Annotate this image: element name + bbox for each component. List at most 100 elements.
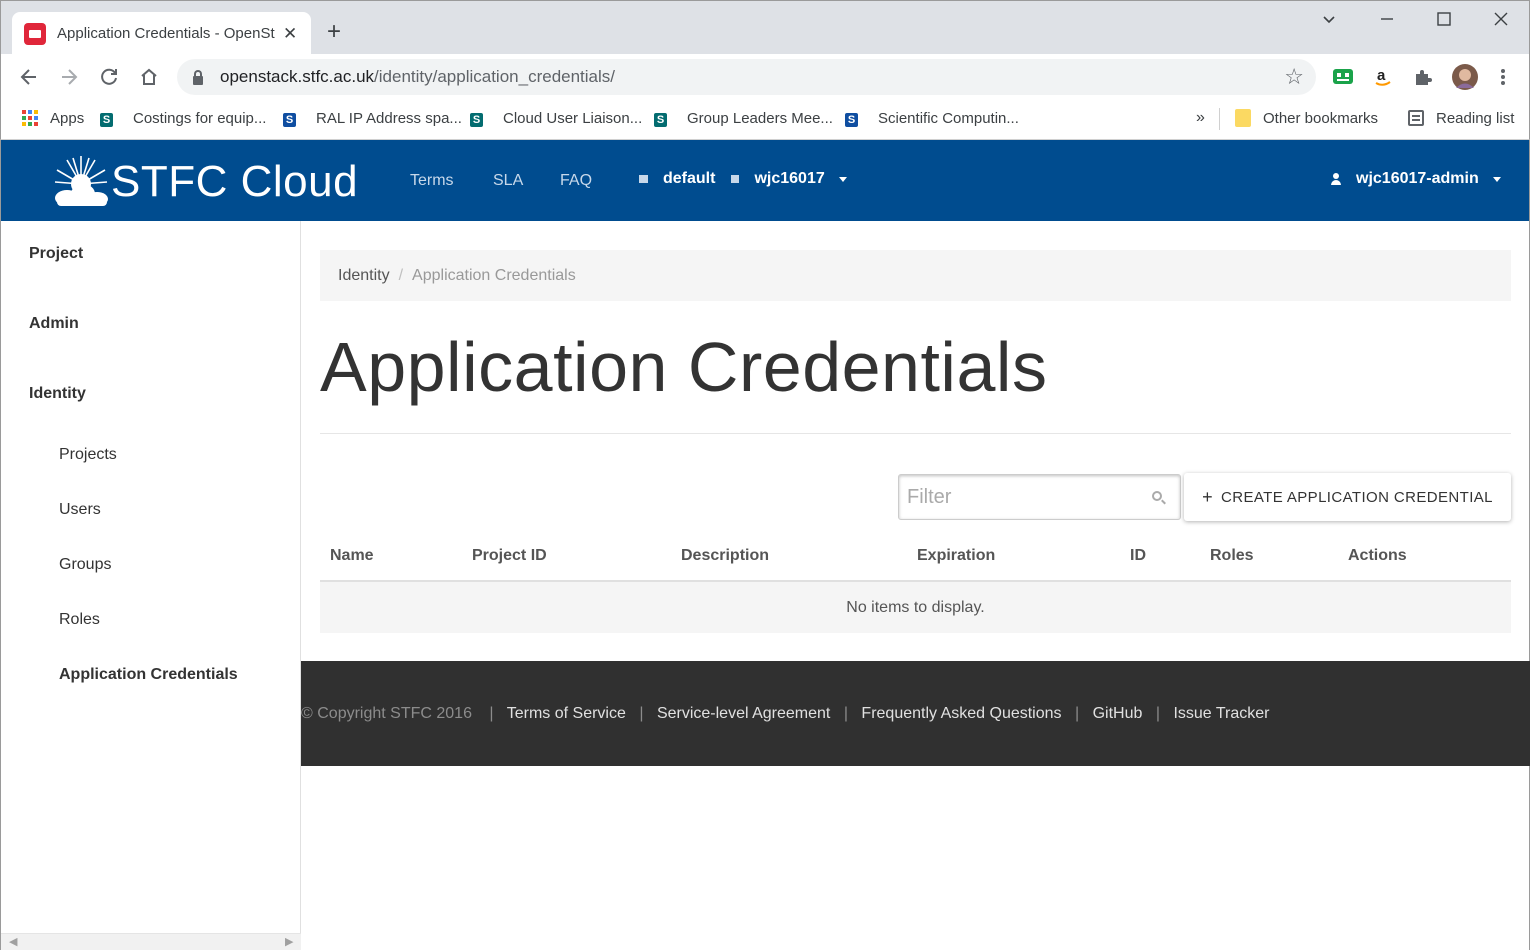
browser-menu-icon[interactable] (1491, 65, 1515, 89)
lock-icon[interactable] (193, 69, 203, 85)
new-tab-button[interactable]: + (327, 19, 341, 45)
breadcrumb-separator: / (398, 266, 404, 284)
filter-field[interactable] (898, 474, 1181, 520)
footer-separator: | (843, 705, 848, 722)
back-icon[interactable] (14, 62, 44, 92)
column-roles[interactable]: Roles (1210, 547, 1254, 565)
sidebar-section-admin[interactable]: Admin (29, 315, 79, 333)
close-window-icon[interactable] (1493, 11, 1509, 32)
bookmark-label: Cloud User Liaison... (503, 109, 643, 127)
bookmark-label: Reading list (1436, 109, 1515, 127)
footer-separator: | (1155, 705, 1160, 722)
chevron-down-icon (1492, 176, 1501, 182)
bookmark-scientific-computing[interactable]: Scientific Computin... (848, 107, 1019, 129)
column-actions: Actions (1348, 547, 1407, 564)
footer-separator: | (489, 705, 494, 722)
address-bar[interactable]: openstack.stfc.ac.uk/identity/applicatio… (177, 59, 1316, 95)
create-application-credential-button[interactable]: + CREATE APPLICATION CREDENTIAL (1184, 473, 1511, 521)
home-icon[interactable] (134, 62, 164, 92)
column-description[interactable]: Description (681, 547, 769, 565)
bookmark-group-leaders[interactable]: Group Leaders Mee... (657, 107, 833, 129)
footer-link-faq[interactable]: Frequently Asked Questions (861, 705, 1061, 722)
tab-title: Application Credentials - OpenSt (57, 25, 275, 42)
domain-icon (639, 175, 648, 183)
sun-cloud-logo-icon (54, 156, 108, 206)
sharepoint-icon (473, 108, 493, 128)
extensions-puzzle-icon[interactable] (1411, 65, 1435, 89)
other-bookmarks-folder[interactable]: Other bookmarks (1233, 107, 1378, 129)
forward-icon[interactable] (54, 62, 84, 92)
breadcrumb: Identity / Application Credentials (320, 250, 1511, 301)
column-expiration[interactable]: Expiration (917, 547, 995, 565)
table-header: Name Project ID Description Expiration I… (320, 537, 1511, 582)
bookmark-label: Scientific Computin... (878, 109, 1019, 127)
page-title: Application Credentials (320, 328, 1048, 406)
domain-name: default (663, 170, 716, 187)
user-menu-dropdown[interactable]: wjc16017-admin (1330, 170, 1501, 188)
footer-link-issue-tracker[interactable]: Issue Tracker (1173, 705, 1269, 722)
screen-extension-icon[interactable] (1331, 65, 1355, 89)
bookmarks-overflow-button[interactable]: » (1196, 107, 1205, 129)
svg-text:a: a (1377, 67, 1386, 84)
breadcrumb-current: Application Credentials (412, 266, 576, 284)
column-name[interactable]: Name (330, 547, 374, 565)
maximize-window-icon[interactable] (1436, 11, 1452, 32)
sidebar-item-application-credentials[interactable]: Application Credentials (59, 666, 238, 684)
profile-avatar[interactable] (1451, 63, 1479, 91)
nav-terms[interactable]: Terms (410, 172, 454, 190)
bookmark-ral-ip[interactable]: RAL IP Address spa... (286, 107, 462, 129)
project-name: wjc16017 (754, 170, 825, 187)
footer-link-terms-of-service[interactable]: Terms of Service (507, 705, 626, 722)
sidebar-section-project[interactable]: Project (29, 245, 83, 263)
bookmark-cloud-user-liaison[interactable]: Cloud User Liaison... (473, 107, 642, 129)
url-path: /identity/application_credentials/ (374, 67, 616, 86)
sidebar-item-roles[interactable]: Roles (59, 611, 100, 629)
chevron-down-icon (838, 176, 847, 182)
scroll-right-icon[interactable]: ▶ (285, 935, 293, 948)
footer-link-github[interactable]: GitHub (1093, 705, 1143, 722)
project-icon (731, 175, 740, 183)
bookmark-label: Costings for equip... (133, 109, 267, 127)
footer-link-sla[interactable]: Service-level Agreement (657, 705, 830, 722)
create-button-label: CREATE APPLICATION CREDENTIAL (1220, 488, 1493, 506)
sidebar-item-users[interactable]: Users (59, 501, 101, 519)
reload-icon[interactable] (94, 62, 124, 92)
stfc-cloud-logo[interactable]: STFC Cloud (53, 154, 363, 210)
app-header: STFC Cloud Terms SLA FAQ default wjc1601… (0, 140, 1530, 221)
project-context-dropdown[interactable]: default wjc16017 (639, 170, 847, 188)
close-tab-icon[interactable]: ✕ (283, 24, 297, 44)
bookmark-costings[interactable]: Costings for equip... (103, 107, 266, 129)
title-divider (320, 433, 1511, 434)
sidebar-horizontal-scrollbar[interactable]: ◀ ▶ (1, 933, 301, 950)
sidebar-section-identity[interactable]: Identity (29, 385, 86, 403)
footer-separator: | (639, 705, 644, 722)
user-name: wjc16017-admin (1356, 170, 1479, 187)
bookmarks-divider (1219, 108, 1220, 130)
user-icon (1330, 173, 1342, 185)
brand-name: STFC Cloud (111, 157, 359, 206)
filter-input[interactable] (907, 485, 1137, 509)
amazon-extension-icon[interactable]: a (1371, 65, 1395, 89)
scroll-left-icon[interactable]: ◀ (9, 935, 17, 948)
bookmark-apps[interactable]: Apps (20, 107, 84, 129)
nav-sla[interactable]: SLA (493, 172, 523, 190)
nav-faq[interactable]: FAQ (560, 172, 592, 190)
column-project-id[interactable]: Project ID (472, 547, 547, 565)
bookmark-star-icon[interactable]: ☆ (1284, 64, 1304, 90)
openstack-favicon-icon (24, 22, 46, 45)
folder-icon (1233, 108, 1253, 128)
browser-tab-strip: Application Credentials - OpenSt ✕ + (0, 0, 1530, 55)
sidebar-item-projects[interactable]: Projects (59, 446, 117, 464)
breadcrumb-identity[interactable]: Identity (338, 267, 390, 285)
browser-toolbar: openstack.stfc.ac.uk/identity/applicatio… (0, 54, 1530, 100)
column-id[interactable]: ID (1130, 547, 1146, 565)
minimize-window-icon[interactable] (1379, 11, 1395, 32)
reading-list-button[interactable]: Reading list (1406, 107, 1514, 129)
sidebar-item-groups[interactable]: Groups (59, 556, 111, 574)
tab-search-icon[interactable] (1321, 11, 1337, 32)
search-icon (1152, 491, 1162, 501)
footer-separator: | (1074, 705, 1080, 722)
footer-copyright: © Copyright STFC 2016 (301, 705, 472, 722)
bookmarks-bar: Apps Costings for equip... RAL IP Addres… (0, 100, 1530, 140)
browser-tab-active[interactable]: Application Credentials - OpenSt ✕ (12, 12, 311, 55)
